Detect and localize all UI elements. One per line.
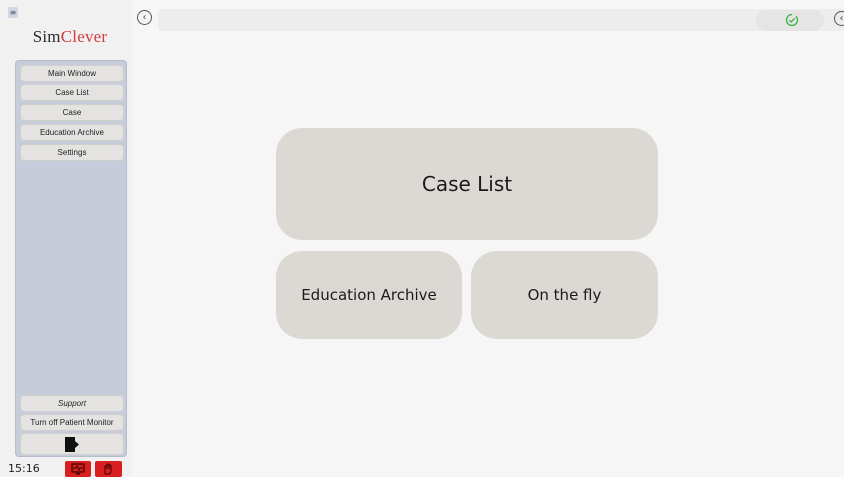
brand-part-2: Clever bbox=[60, 27, 108, 46]
nav-case-list[interactable]: Case List bbox=[20, 84, 124, 101]
chevron-left-circle-icon[interactable]: ‹ bbox=[137, 10, 152, 25]
nav-case[interactable]: Case bbox=[20, 104, 124, 121]
check-circle-icon bbox=[785, 13, 799, 27]
brand-part-1: Sim bbox=[32, 27, 61, 46]
monitor-alert-button[interactable] bbox=[65, 461, 91, 477]
monitor-alert-icon bbox=[71, 463, 85, 475]
turn-off-patient-monitor-button[interactable]: Turn off Patient Monitor bbox=[20, 414, 124, 431]
status-indicator[interactable] bbox=[756, 10, 824, 31]
menu-icon[interactable]: ≡ bbox=[8, 7, 18, 18]
education-archive-tile[interactable]: Education Archive bbox=[276, 251, 462, 339]
nav-settings[interactable]: Settings bbox=[20, 144, 124, 161]
top-bar bbox=[158, 9, 844, 31]
hand-alert-button[interactable] bbox=[95, 461, 122, 477]
exit-button[interactable] bbox=[20, 433, 124, 455]
clock: 15:16 bbox=[8, 462, 40, 475]
app-logo: SimClever bbox=[15, 27, 125, 47]
case-list-tile[interactable]: Case List bbox=[276, 128, 658, 240]
nav-education-archive[interactable]: Education Archive bbox=[20, 124, 124, 141]
sidebar: ≡ SimClever Main Window Case List Case E… bbox=[0, 0, 132, 477]
support-button[interactable]: Support bbox=[20, 395, 124, 412]
case-list-tile-label: Case List bbox=[421, 172, 513, 196]
nav-main-window[interactable]: Main Window bbox=[20, 65, 124, 82]
exit-door-icon bbox=[65, 437, 79, 452]
hand-alert-icon bbox=[104, 463, 112, 475]
on-the-fly-tile[interactable]: On the fly bbox=[471, 251, 658, 339]
on-the-fly-tile-label: On the fly bbox=[527, 286, 602, 304]
navigation-panel: Main Window Case List Case Education Arc… bbox=[15, 60, 127, 457]
education-archive-tile-label: Education Archive bbox=[301, 286, 437, 304]
chevron-circle-icon[interactable]: ‹ bbox=[834, 11, 844, 26]
